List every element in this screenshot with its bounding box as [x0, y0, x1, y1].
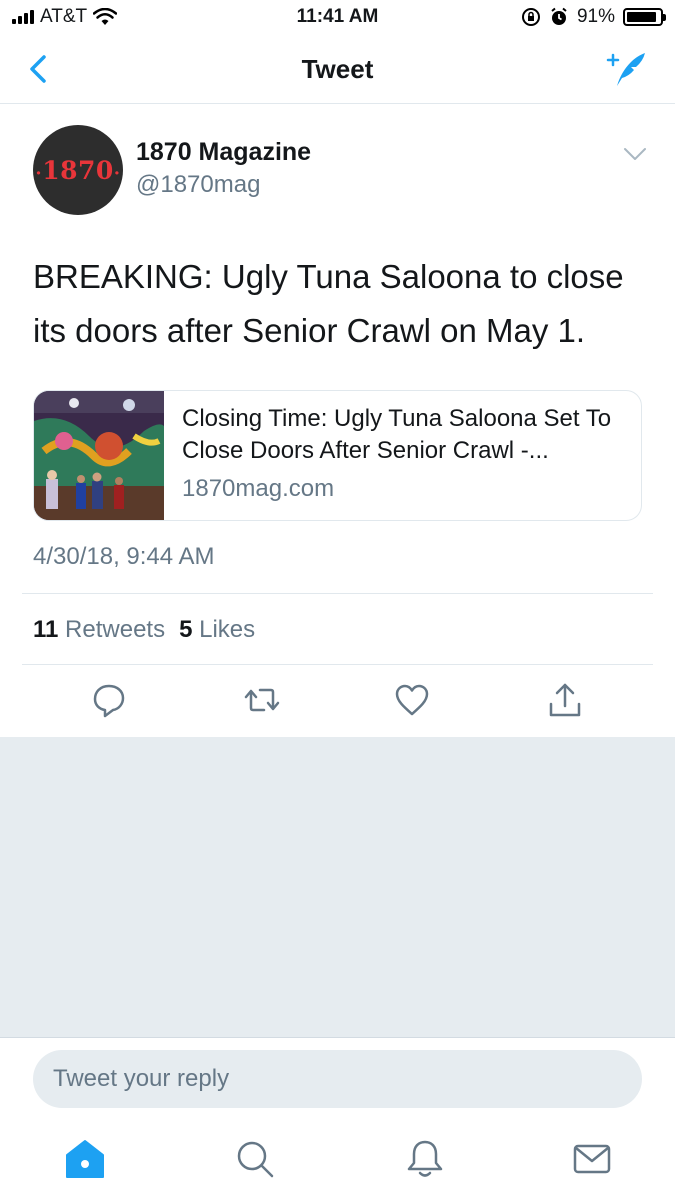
likes-label: Likes — [199, 616, 256, 643]
divider — [22, 593, 653, 594]
search-icon[interactable] — [233, 1137, 277, 1181]
likes-count: 5 — [179, 616, 193, 643]
rotation-lock-icon — [521, 8, 540, 26]
reply-icon[interactable] — [89, 680, 129, 720]
divider — [22, 664, 653, 665]
reply-input[interactable]: Tweet your reply — [33, 1050, 642, 1108]
tab-bar — [0, 1119, 675, 1200]
battery-percent: 91% — [576, 6, 615, 27]
avatar-logo-text: 1870 — [35, 156, 120, 185]
retweets-count: 11 — [33, 616, 59, 643]
nav-header: Tweet — [0, 36, 675, 104]
avatar[interactable]: 1870 — [33, 125, 123, 215]
status-right: 91% — [521, 6, 666, 28]
likes-stat[interactable]: 5 Likes — [179, 616, 255, 644]
share-icon[interactable] — [545, 680, 585, 720]
reply-bar: Tweet your reply — [0, 1037, 675, 1119]
card-title: Closing Time: Ugly Tuna Saloona Set To C… — [182, 405, 612, 464]
messages-icon[interactable] — [570, 1137, 614, 1181]
alarm-icon — [551, 7, 567, 25]
notifications-icon[interactable] — [403, 1137, 447, 1181]
author-handle[interactable]: @1870mag — [136, 171, 260, 199]
home-icon[interactable] — [63, 1137, 107, 1181]
retweets-stat[interactable]: 11 Retweets — [33, 616, 165, 644]
compose-tweet-icon[interactable] — [603, 48, 647, 88]
retweets-label: Retweets — [65, 616, 166, 643]
chevron-down-icon[interactable] — [623, 146, 647, 162]
card-thumbnail — [34, 391, 164, 520]
tweet-stats: 11 Retweets 5 Likes — [33, 616, 255, 644]
author-name[interactable]: 1870 Magazine — [136, 138, 311, 167]
page-title: Tweet — [301, 54, 374, 84]
tweet-text: BREAKING: Ugly Tuna Saloona to close its… — [33, 258, 624, 349]
link-card[interactable]: Closing Time: Ugly Tuna Saloona Set To C… — [33, 390, 642, 521]
tweet-timestamp: 4/30/18, 9:44 AM — [33, 543, 215, 570]
tweet-actions — [0, 680, 675, 730]
retweet-icon[interactable] — [242, 680, 282, 720]
empty-replies-area — [0, 737, 675, 1037]
battery-icon — [623, 8, 666, 26]
status-bar: AT&T 11:41 AM 91% — [0, 0, 675, 36]
card-domain: 1870mag.com — [182, 475, 335, 502]
like-heart-icon[interactable] — [392, 680, 432, 720]
